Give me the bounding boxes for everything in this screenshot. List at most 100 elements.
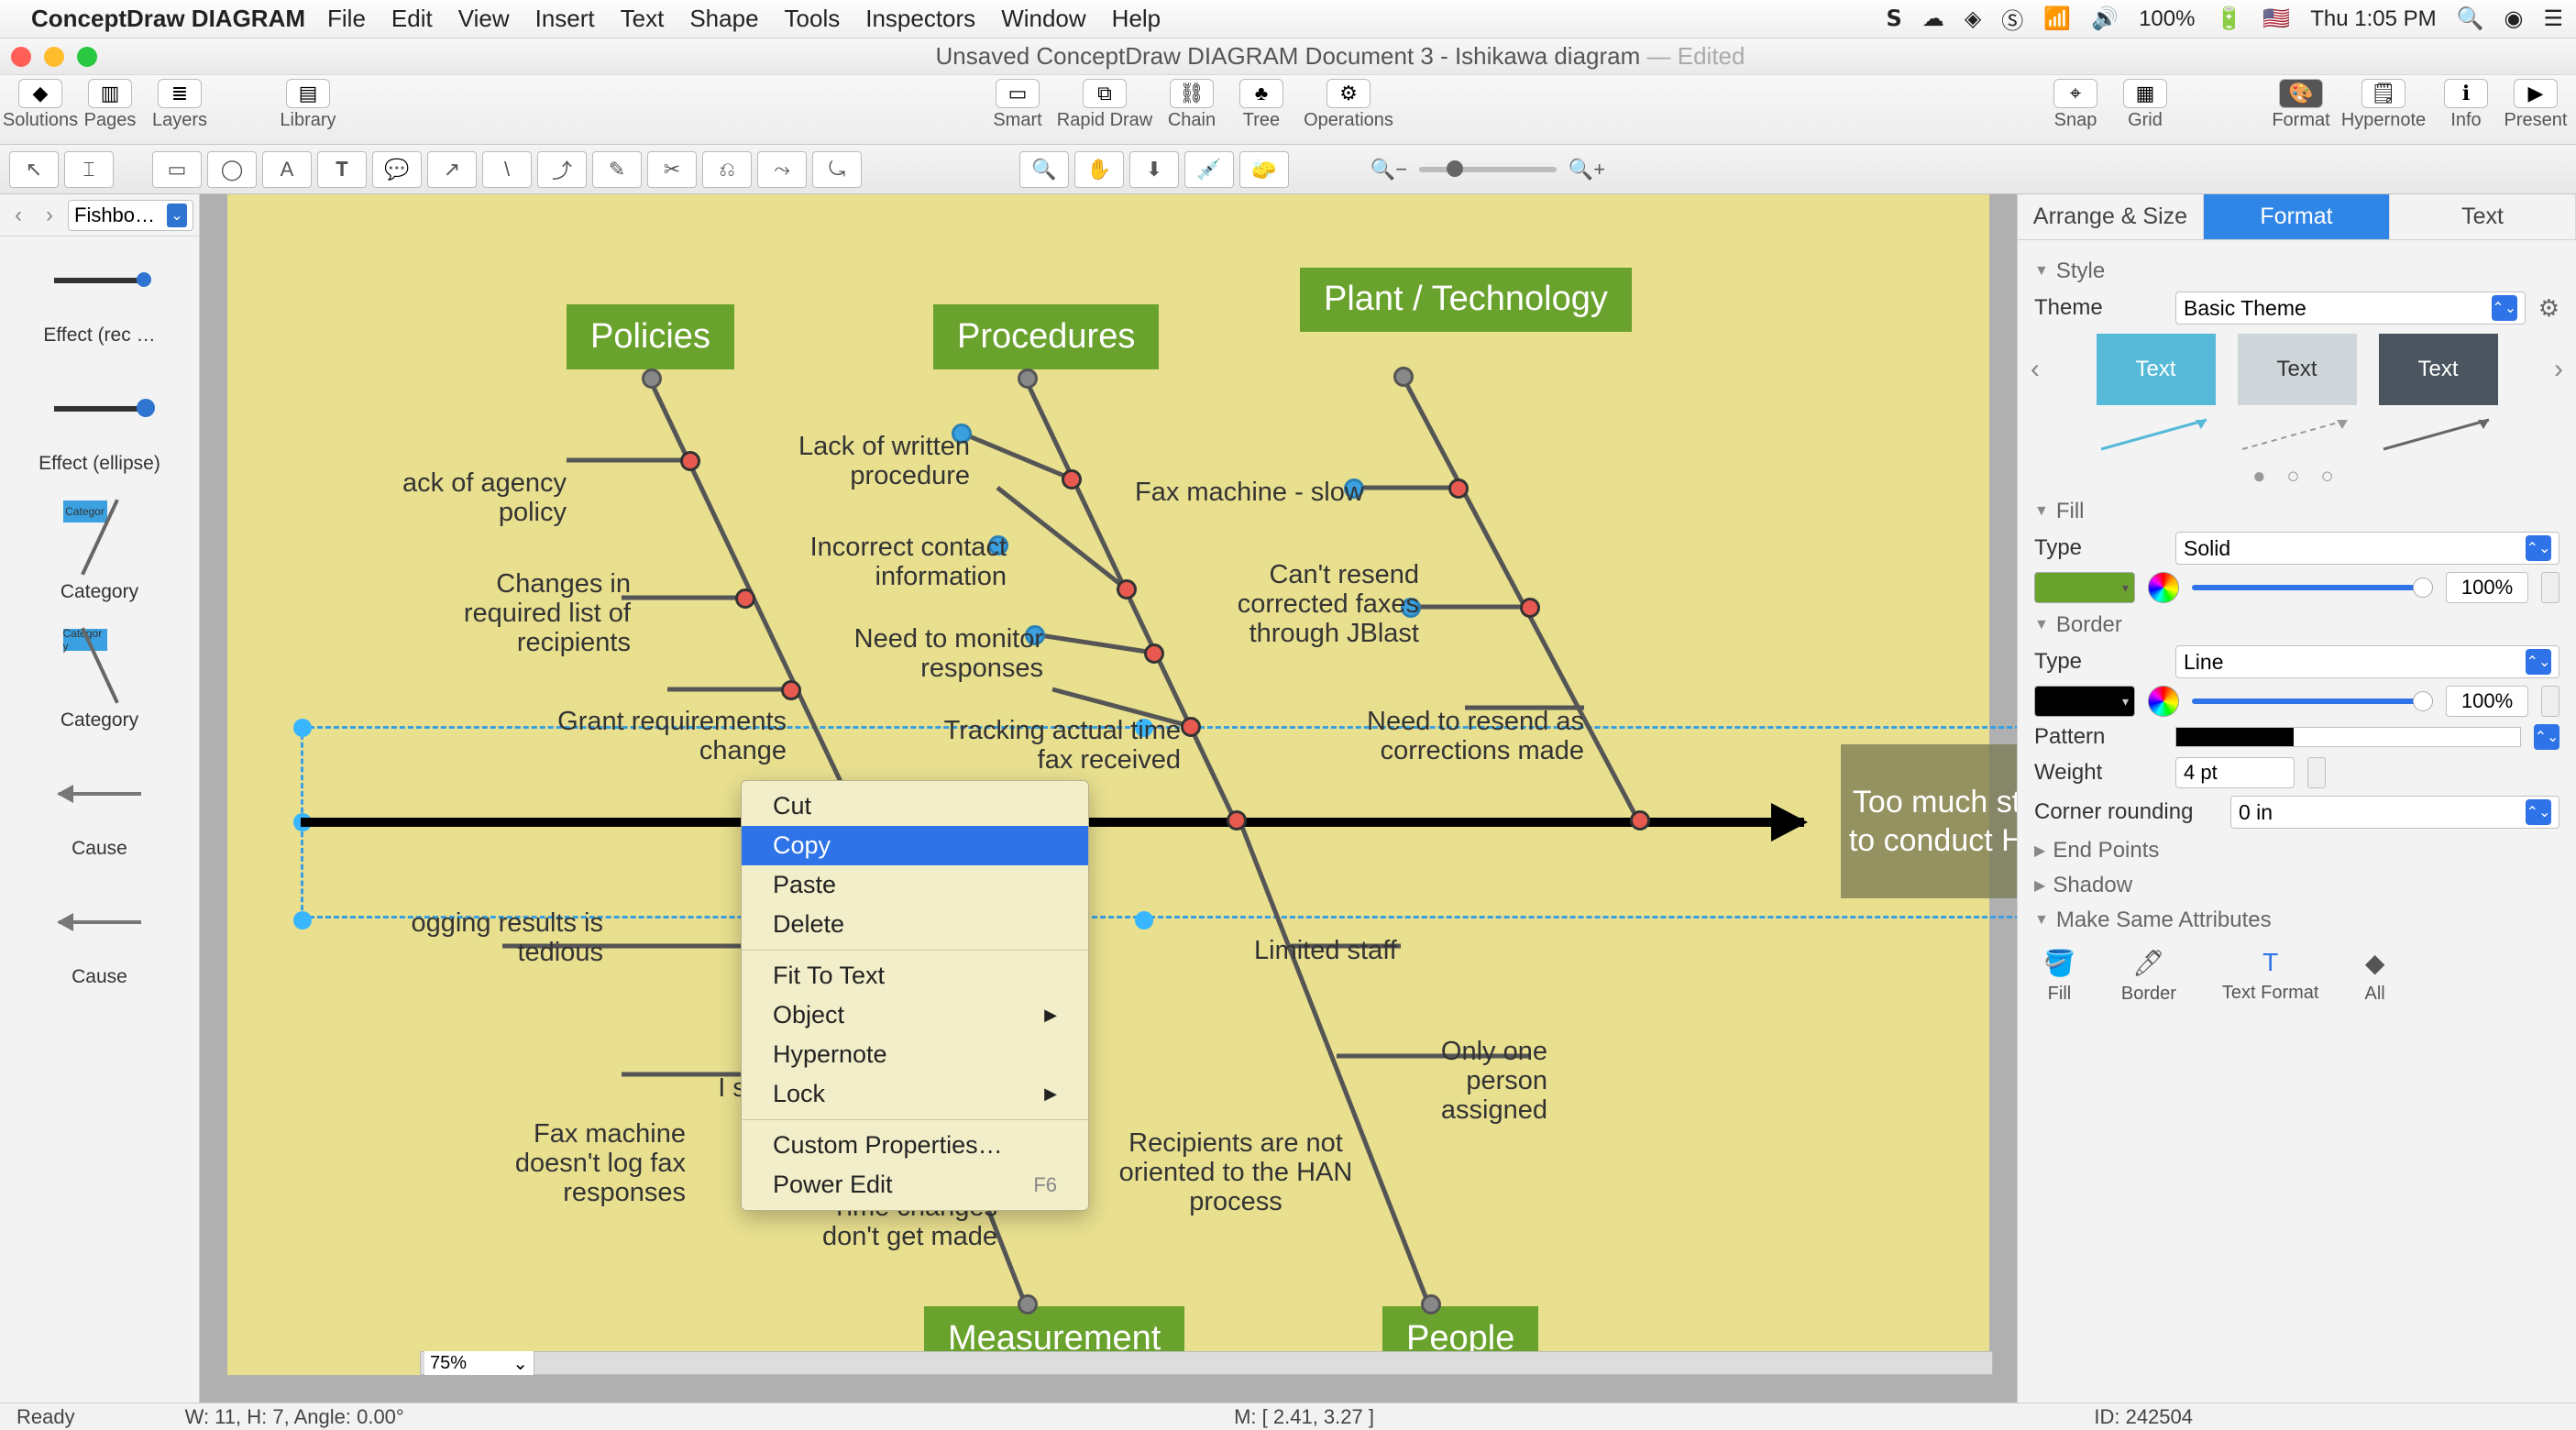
ctx-power-edit[interactable]: Power EditF6 bbox=[742, 1165, 1088, 1204]
ctx-paste[interactable]: Paste bbox=[742, 865, 1088, 905]
section-style-header[interactable]: Style bbox=[2034, 258, 2559, 284]
library-forward[interactable]: › bbox=[37, 203, 62, 228]
cause-text[interactable]: ack of agency policy bbox=[383, 469, 567, 528]
joint[interactable] bbox=[1018, 1294, 1038, 1314]
zoom-select[interactable]: 75%⌄ bbox=[424, 1351, 534, 1375]
clock[interactable]: Thu 1:05 PM bbox=[2310, 6, 2436, 32]
arc-tool[interactable]: ⤴ bbox=[537, 151, 587, 188]
toolbar-info[interactable]: ℹInfo bbox=[2433, 79, 2499, 131]
menu-shape[interactable]: Shape bbox=[689, 5, 758, 33]
border-type-select[interactable]: Line⌃⌄ bbox=[2175, 645, 2559, 678]
tab-text[interactable]: Text bbox=[2390, 194, 2576, 239]
fill-opacity-slider[interactable] bbox=[2192, 585, 2433, 590]
cause-text[interactable]: Need to resend as corrections made bbox=[1346, 708, 1584, 766]
section-shadow-header[interactable]: Shadow bbox=[2034, 873, 2559, 898]
text-tool[interactable]: A bbox=[262, 151, 312, 188]
battery-icon[interactable]: 🔋 bbox=[2215, 6, 2242, 32]
menu-text[interactable]: Text bbox=[621, 5, 665, 33]
canvas-area[interactable]: Too much staff time to conduct HAN test … bbox=[200, 194, 2017, 1402]
style-swatch-1[interactable]: Text bbox=[2097, 334, 2216, 405]
zoom-in-button[interactable]: 🔍+ bbox=[1562, 151, 1612, 188]
toolbar-chain[interactable]: ⛓Chain bbox=[1159, 79, 1225, 131]
lib-cause-1[interactable]: Cause bbox=[0, 757, 199, 860]
spline-tool[interactable]: ⤳ bbox=[757, 151, 807, 188]
cause-text[interactable]: ogging results is tedious bbox=[374, 909, 603, 968]
toolbar-present[interactable]: ▶Present bbox=[2503, 79, 2569, 131]
color-wheel-icon[interactable] bbox=[2148, 572, 2179, 603]
eyedropper-tool[interactable]: 💉 bbox=[1184, 151, 1234, 188]
toolbar-rapid-draw[interactable]: ⧉Rapid Draw bbox=[1054, 79, 1155, 131]
cause-text[interactable]: Incorrect contact information bbox=[777, 534, 1007, 592]
cloud-icon[interactable]: ☁ bbox=[1922, 6, 1944, 32]
tab-arrange[interactable]: Arrange & Size bbox=[2018, 194, 2204, 239]
drop-tool[interactable]: ⬇ bbox=[1129, 151, 1179, 188]
joint[interactable] bbox=[781, 680, 801, 700]
category-procedures[interactable]: Procedures bbox=[933, 304, 1159, 369]
cause-text[interactable]: Fax machine - slow bbox=[1135, 478, 1410, 508]
window-minimize-button[interactable] bbox=[44, 47, 64, 67]
toolbar-hypernote[interactable]: 🗒Hypernote bbox=[2338, 79, 2429, 131]
theme-select[interactable]: Basic Theme⌃⌄ bbox=[2175, 292, 2526, 324]
menu-help[interactable]: Help bbox=[1112, 5, 1161, 33]
pencil-tool[interactable]: ✎ bbox=[592, 151, 642, 188]
joint[interactable] bbox=[1630, 810, 1650, 830]
swatch-prev[interactable]: ‹ bbox=[2031, 354, 2040, 385]
cause-text[interactable]: Fax machine doesn't log fax responses bbox=[466, 1120, 686, 1208]
battery-pct[interactable]: 100% bbox=[2139, 6, 2195, 32]
zoom-out-button[interactable]: 🔍− bbox=[1364, 151, 1414, 188]
weight-stepper[interactable] bbox=[2307, 757, 2326, 788]
joint[interactable] bbox=[1448, 478, 1469, 499]
arrow-style-2[interactable] bbox=[2238, 412, 2357, 456]
canvas-page[interactable]: Too much staff time to conduct HAN test … bbox=[227, 194, 1989, 1375]
toolbar-operations[interactable]: ⚙Operations bbox=[1298, 79, 1399, 131]
window-close-button[interactable] bbox=[11, 47, 31, 67]
toolbar-layers[interactable]: ≣Layers bbox=[147, 79, 213, 131]
skype-icon[interactable]: Ⓢ bbox=[2001, 3, 2023, 35]
connector-tool[interactable]: ⎌ bbox=[702, 151, 752, 188]
cause-text[interactable]: Need to monitor responses bbox=[832, 625, 1043, 684]
lib-category-1[interactable]: CategorCategory bbox=[0, 500, 199, 603]
textbox-tool[interactable]: 𝐓 bbox=[317, 151, 367, 188]
zoom-tool[interactable]: 🔍 bbox=[1019, 151, 1069, 188]
app-name[interactable]: ConceptDraw DIAGRAM bbox=[31, 5, 305, 33]
weight-input[interactable]: 4 pt bbox=[2175, 757, 2295, 788]
section-same-header[interactable]: Make Same Attributes bbox=[2034, 908, 2559, 933]
eraser-tool[interactable]: 🧽 bbox=[1239, 151, 1289, 188]
menu-tools[interactable]: Tools bbox=[785, 5, 841, 33]
cause-text[interactable]: Tracking actual time fax received bbox=[915, 717, 1181, 776]
section-border-header[interactable]: Border bbox=[2034, 612, 2559, 638]
ctx-copy[interactable]: Copy bbox=[742, 826, 1088, 865]
fill-color-chip[interactable]: ▾ bbox=[2034, 572, 2135, 603]
swatch-next[interactable]: › bbox=[2554, 354, 2563, 385]
category-policies[interactable]: Policies bbox=[567, 304, 734, 369]
swatch-page-dots[interactable]: ● ○ ○ bbox=[2034, 464, 2559, 490]
dropbox-icon[interactable]: ◈ bbox=[1965, 6, 1981, 32]
menu-file[interactable]: File bbox=[327, 5, 366, 33]
flag-icon[interactable]: 🇺🇸 bbox=[2262, 6, 2290, 32]
notification-center-icon[interactable]: ☰ bbox=[2543, 6, 2563, 32]
section-fill-header[interactable]: Fill bbox=[2034, 499, 2559, 524]
style-swatch-3[interactable]: Text bbox=[2379, 334, 2498, 405]
ctx-fit-to-text[interactable]: Fit To Text bbox=[742, 956, 1088, 996]
border-opacity-stepper[interactable] bbox=[2541, 686, 2559, 717]
ctx-cut[interactable]: Cut bbox=[742, 786, 1088, 826]
joint[interactable] bbox=[1117, 579, 1137, 600]
fill-type-select[interactable]: Solid⌃⌄ bbox=[2175, 532, 2559, 565]
joint[interactable] bbox=[1181, 717, 1201, 737]
status-s-icon[interactable]: 𝗦 bbox=[1887, 6, 1902, 32]
ctx-custom-properties[interactable]: Custom Properties… bbox=[742, 1126, 1088, 1165]
callout-tool[interactable]: 💬 bbox=[372, 151, 422, 188]
window-zoom-button[interactable] bbox=[77, 47, 97, 67]
toolbar-tree[interactable]: ♣Tree bbox=[1228, 79, 1294, 131]
color-wheel-icon[interactable] bbox=[2148, 686, 2179, 717]
border-opacity-slider[interactable] bbox=[2192, 698, 2433, 704]
siri-icon[interactable]: ◉ bbox=[2504, 6, 2524, 32]
line-tool[interactable]: \ bbox=[482, 151, 532, 188]
toolbar-format[interactable]: 🎨Format bbox=[2268, 79, 2334, 131]
chevron-down-icon[interactable]: ⌃⌄ bbox=[2534, 724, 2559, 750]
ctx-object[interactable]: Object bbox=[742, 996, 1088, 1035]
fill-opacity-stepper[interactable] bbox=[2541, 572, 2559, 603]
corner-select[interactable]: 0 in⌃⌄ bbox=[2230, 796, 2559, 829]
scissors-tool[interactable]: ✂ bbox=[647, 151, 697, 188]
joint[interactable] bbox=[680, 451, 700, 471]
